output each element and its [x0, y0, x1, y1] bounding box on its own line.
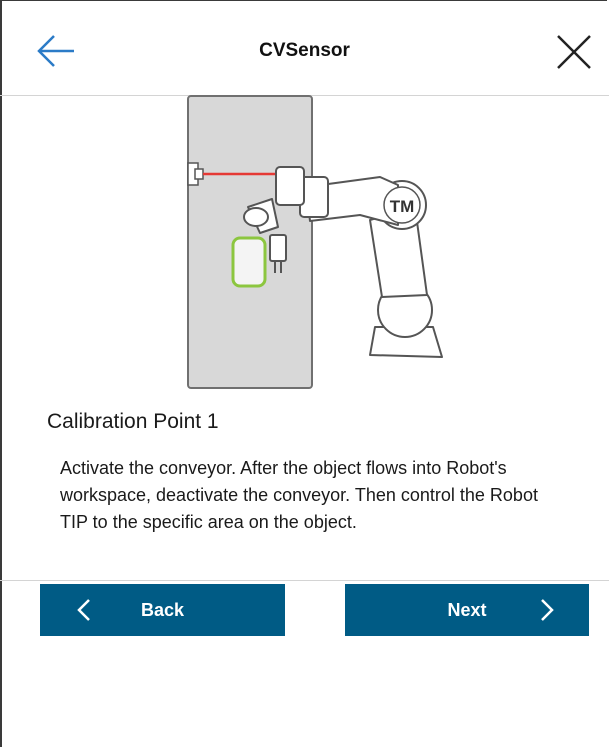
calibration-illustration: TM — [187, 95, 443, 389]
close-icon[interactable] — [554, 32, 594, 72]
robot-gripper — [269, 234, 287, 262]
page-title: CVSensor — [259, 40, 350, 61]
robot-tool-cap — [243, 207, 269, 227]
back-button[interactable]: Back — [40, 584, 285, 636]
robot-wrist — [275, 166, 305, 206]
sensor-head — [194, 168, 204, 180]
chevron-left-icon — [77, 599, 90, 621]
back-button-label: Back — [140, 599, 185, 620]
step-description: Activate the conveyor. After the object … — [60, 458, 538, 532]
robot-logo: TM — [390, 197, 415, 216]
divider — [0, 580, 609, 581]
step-title: Calibration Point 1 — [47, 410, 219, 433]
chevron-right-icon — [541, 599, 554, 621]
next-button[interactable]: Next — [345, 584, 589, 636]
next-button-label: Next — [447, 599, 487, 620]
object-outline — [231, 236, 267, 288]
header-bar: CVSensor — [0, 0, 609, 96]
